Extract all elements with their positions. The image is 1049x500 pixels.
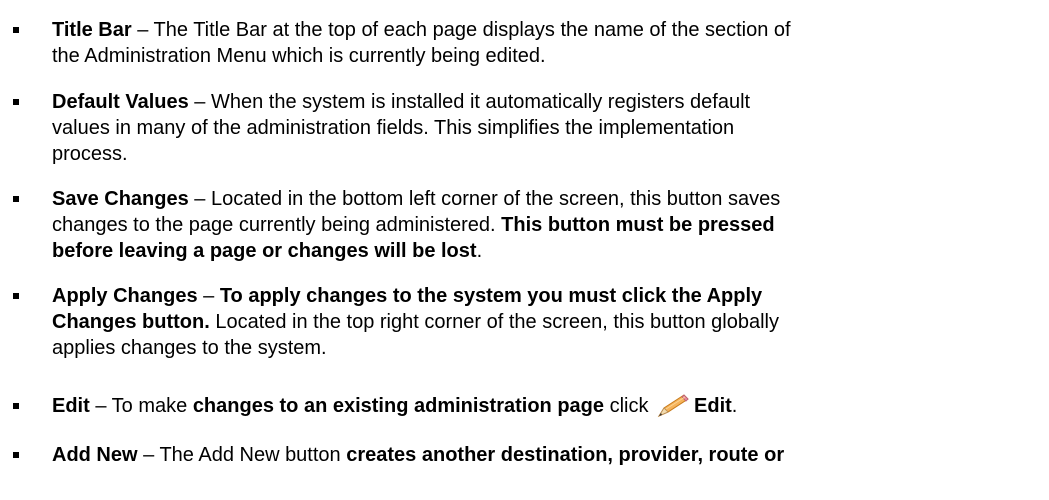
term: Default Values: [52, 91, 189, 113]
term: Title Bar: [52, 19, 132, 41]
bullet-icon: [13, 293, 19, 299]
term: Apply Changes: [52, 285, 198, 307]
list-item-text: Save Changes – Located in the bottom lef…: [52, 188, 781, 262]
document-page: Title Bar – The Title Bar at the top of …: [0, 0, 1049, 500]
term: Edit: [52, 395, 90, 417]
list-item-text: Apply Changes – To apply changes to the …: [52, 285, 780, 359]
list-item-text: Default Values – When the system is inst…: [52, 91, 751, 165]
term: Save Changes: [52, 188, 189, 210]
bullet-icon: [13, 403, 19, 409]
bullet-icon: [13, 452, 19, 458]
bullet-icon: [13, 196, 19, 202]
list-item-text: Title Bar – The Title Bar at the top of …: [52, 19, 791, 67]
list-item-text: Add New – The Add New button creates ano…: [52, 444, 785, 466]
bullet-icon: [13, 27, 19, 33]
list-item-text: Edit – To make changes to an existing ad…: [52, 393, 738, 419]
pencil-icon[interactable]: [656, 393, 690, 419]
term: Add New: [52, 444, 138, 466]
bullet-icon: [13, 99, 19, 105]
